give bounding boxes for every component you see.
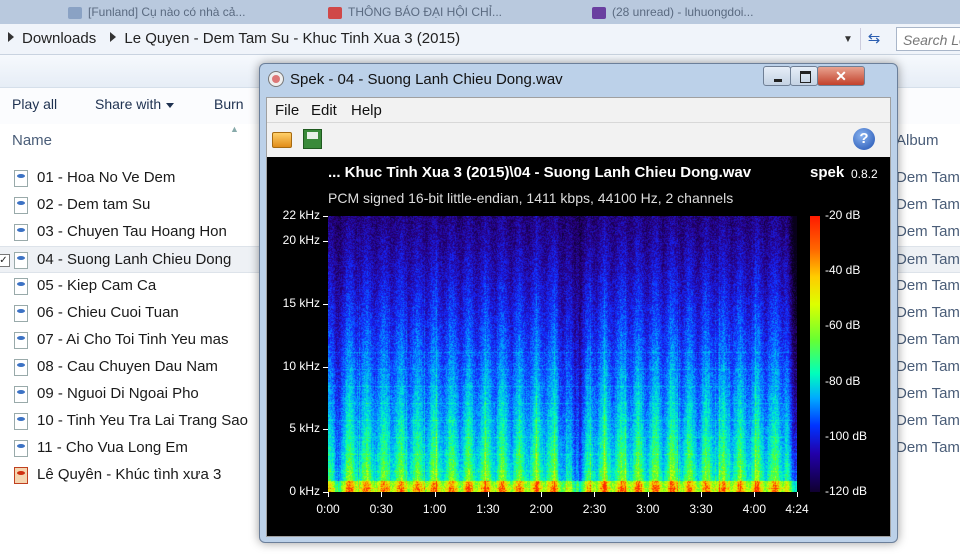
x-tick	[434, 492, 436, 497]
window-title: Spek - 04 - Suong Lanh Chieu Dong.wav	[290, 71, 563, 88]
playlist-file-icon	[14, 467, 28, 484]
colorbar-tick-label: -100 dB	[825, 428, 868, 443]
wav-file-icon	[14, 359, 28, 376]
y-tick	[323, 429, 328, 431]
menu-file[interactable]: File	[275, 102, 299, 119]
x-tick-label: 1:30	[476, 502, 500, 516]
wav-file-icon	[14, 197, 28, 214]
spectrogram-view: ... Khuc Tinh Xua 3 (2015)\04 - Suong La…	[267, 157, 890, 536]
wav-file-icon	[14, 386, 28, 403]
x-tick	[754, 492, 756, 497]
x-tick-label: 0:00	[316, 502, 340, 516]
tab-favicon-icon	[68, 6, 82, 19]
x-tick	[328, 492, 329, 497]
spectrogram-plot	[328, 216, 797, 492]
x-tick-label: 2:30	[582, 502, 607, 516]
wav-file-icon	[14, 252, 28, 269]
chevron-down-icon	[166, 102, 175, 108]
breadcrumb-arrow-icon[interactable]	[110, 32, 117, 42]
column-header-name[interactable]: Name	[12, 132, 52, 149]
wav-file-icon	[14, 278, 28, 295]
menu-bar: File Edit Help	[267, 98, 890, 123]
y-tick-label: 22 kHz	[282, 208, 320, 222]
wav-file-icon	[14, 413, 28, 430]
menu-edit[interactable]: Edit	[311, 102, 337, 119]
breadcrumb-item-downloads[interactable]: Downloads	[22, 30, 96, 47]
breadcrumb-item-album-folder[interactable]: Le Quyen - Dem Tam Su - Khuc Tinh Xua 3 …	[124, 30, 460, 47]
x-tick	[701, 492, 703, 497]
wav-file-icon	[14, 170, 28, 187]
wav-file-icon	[14, 332, 28, 349]
y-tick	[323, 303, 328, 305]
x-tick	[381, 492, 383, 497]
colorbar-tick-label: -80 dB	[825, 373, 861, 388]
spek-title-bar[interactable]: Spek - 04 - Suong Lanh Chieu Dong.wav ✕	[260, 64, 897, 94]
wav-file-icon	[14, 224, 28, 241]
browser-tab[interactable]: [Funland] Cụ nào có nhà cả...	[68, 0, 245, 24]
x-tick-label: 2:00	[529, 502, 553, 516]
selection-checkbox[interactable]: ✓	[0, 254, 10, 267]
y-tick	[323, 216, 328, 217]
y-tick	[323, 366, 328, 368]
x-tick	[487, 492, 489, 497]
colorbar-tick-label: -60 dB	[825, 318, 861, 333]
spek-toolbar: ?	[267, 123, 890, 157]
x-tick	[797, 492, 798, 497]
refresh-icon[interactable]: ⇆	[860, 28, 887, 50]
version-label: 0.8.2	[851, 167, 878, 181]
y-tick-label: 10 kHz	[282, 358, 320, 373]
menu-help[interactable]: Help	[351, 102, 382, 119]
x-tick	[594, 492, 596, 497]
play-all-button[interactable]: Play all	[12, 96, 57, 112]
address-dropdown-icon[interactable]: ▼	[838, 30, 858, 50]
spek-window: Spek - 04 - Suong Lanh Chieu Dong.wav ✕ …	[259, 63, 898, 543]
column-header-album[interactable]: Album	[896, 132, 939, 149]
share-with-button[interactable]: Share with	[95, 96, 175, 112]
x-tick	[541, 492, 543, 497]
colorbar-tick-label: -20 dB	[825, 208, 861, 222]
browser-tab-strip: [Funland] Cụ nào có nhà cả... THÔNG BÁO …	[0, 0, 960, 24]
help-icon[interactable]: ?	[853, 128, 875, 150]
y-tick-label: 20 kHz	[282, 233, 320, 248]
flag-icon	[328, 6, 342, 19]
color-scale-bar	[810, 216, 820, 492]
mail-icon	[592, 6, 606, 19]
y-tick-label: 0 kHz	[289, 484, 320, 498]
x-tick	[647, 492, 649, 497]
open-folder-icon[interactable]	[272, 132, 292, 148]
close-button[interactable]: ✕	[817, 66, 865, 86]
y-tick-label: 5 kHz	[289, 421, 320, 436]
browser-tab[interactable]: THÔNG BÁO ĐẠI HỘI CHỈ...	[328, 0, 502, 24]
save-icon[interactable]	[303, 129, 322, 149]
x-tick-label: 0:30	[369, 502, 393, 516]
app-name-label: spek	[810, 164, 845, 181]
search-input[interactable]: Search Le	[896, 27, 960, 51]
colorbar-tick-label: -40 dB	[825, 263, 861, 278]
burn-button[interactable]: Burn	[214, 96, 244, 112]
wav-file-icon	[14, 440, 28, 457]
breadcrumb-arrow-icon[interactable]	[8, 32, 14, 42]
x-tick-label: 4:24	[785, 502, 809, 516]
sort-ascending-icon: ▲	[230, 124, 239, 134]
y-tick	[323, 241, 328, 243]
spek-app-icon	[268, 71, 284, 87]
spek-client-area: File Edit Help ? ... Khuc Tinh Xua 3 (20…	[266, 97, 891, 537]
x-tick-label: 4:00	[742, 502, 767, 516]
y-tick-label: 15 kHz	[282, 295, 320, 310]
breadcrumb: Downloads Le Quyen - Dem Tam Su - Khuc T…	[6, 28, 460, 50]
x-tick-label: 3:30	[689, 502, 713, 516]
stream-info: PCM signed 16-bit little-endian, 1411 kb…	[328, 190, 734, 206]
minimize-button[interactable]	[763, 66, 791, 86]
x-tick-label: 3:00	[636, 502, 660, 516]
maximize-button[interactable]	[790, 66, 818, 86]
wav-file-icon	[14, 305, 28, 322]
address-bar: Downloads Le Quyen - Dem Tam Su - Khuc T…	[0, 24, 960, 55]
file-heading: ... Khuc Tinh Xua 3 (2015)\04 - Suong La…	[328, 164, 752, 181]
browser-tab[interactable]: (28 unread) - luhuongdoi...	[592, 0, 753, 24]
colorbar-tick-label: -120 dB	[825, 484, 868, 498]
x-tick-label: 1:00	[422, 502, 447, 516]
